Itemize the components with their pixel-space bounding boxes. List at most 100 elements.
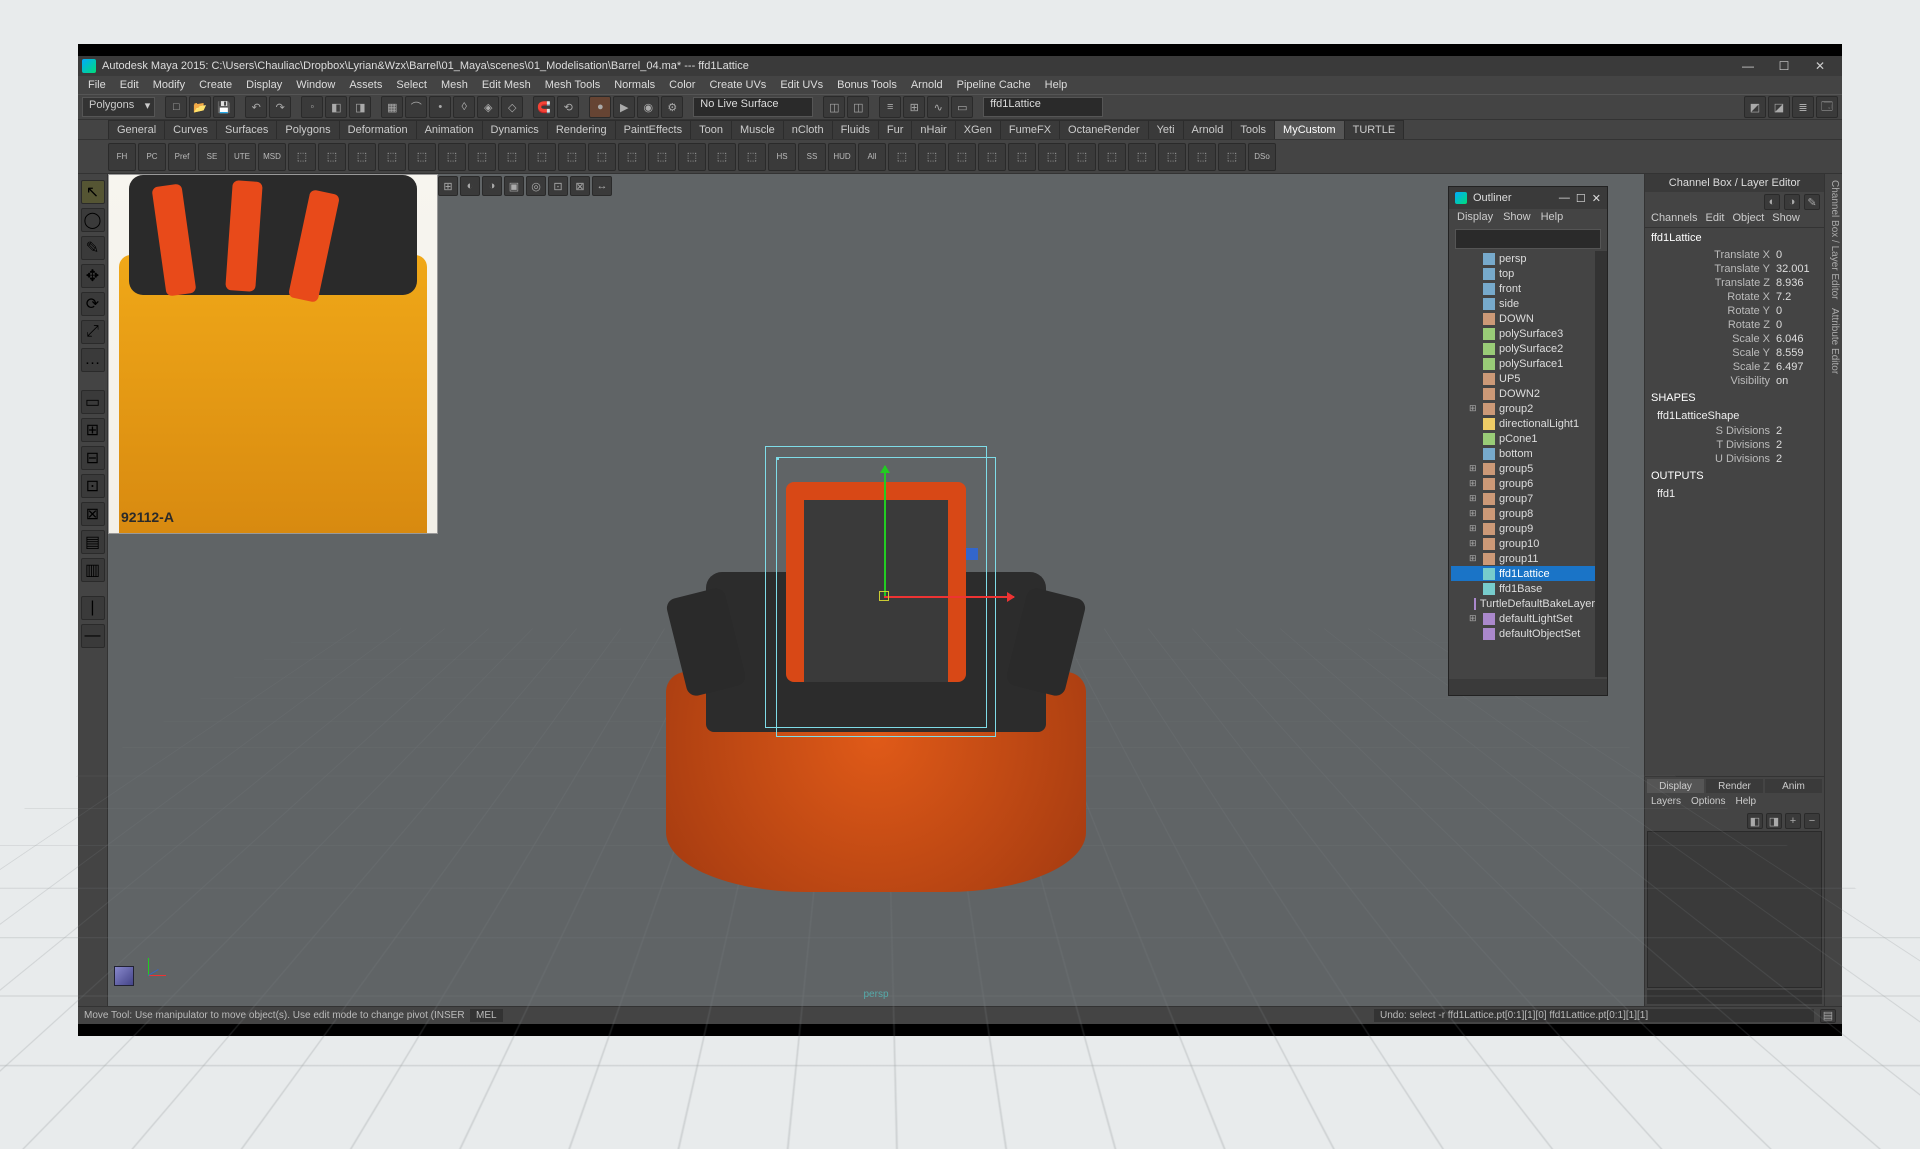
layer-icon-3[interactable]: + — [1785, 813, 1801, 829]
cb-icon-3[interactable]: ✎ — [1804, 194, 1820, 210]
select-by-hierarchy-button[interactable]: ◦ — [301, 96, 323, 118]
shelf-tab-fur[interactable]: Fur — [878, 120, 913, 139]
axis-z-handle[interactable] — [966, 548, 978, 560]
shelf-tab-polygons[interactable]: Polygons — [276, 120, 339, 139]
outliner-item-group11[interactable]: ⊞group11 — [1451, 551, 1595, 566]
shelf-item-7[interactable]: ⬚ — [318, 143, 346, 171]
four-view-button[interactable]: ⊞ — [81, 418, 105, 442]
make-live-button[interactable]: 🧲 — [533, 96, 555, 118]
input-box-icon2[interactable]: ◫ — [847, 96, 869, 118]
shelf-item-29[interactable]: ⬚ — [978, 143, 1006, 171]
shelf-item-25[interactable]: All — [858, 143, 886, 171]
shelf-tab-muscle[interactable]: Muscle — [731, 120, 784, 139]
outliner-item-down2[interactable]: DOWN2 — [1451, 386, 1595, 401]
shelf-item-19[interactable]: ⬚ — [678, 143, 706, 171]
panel-button-6[interactable]: ⊡ — [548, 176, 568, 196]
layer-tab-render[interactable]: Render — [1706, 779, 1763, 793]
attr-row-scale-y[interactable]: Scale Y8.559 — [1645, 346, 1824, 360]
save-scene-button[interactable]: 💾 — [213, 96, 235, 118]
cb-tab-channels[interactable]: Channels — [1651, 212, 1697, 225]
shelf-tab-toon[interactable]: Toon — [690, 120, 732, 139]
shelf-tab-general[interactable]: General — [108, 120, 165, 139]
outliner-item-side[interactable]: side — [1451, 296, 1595, 311]
menu-color[interactable]: Color — [663, 77, 701, 93]
attr-row-rotate-x[interactable]: Rotate X7.2 — [1645, 290, 1824, 304]
shelf-item-27[interactable]: ⬚ — [918, 143, 946, 171]
shelf-tab-octanerender[interactable]: OctaneRender — [1059, 120, 1149, 139]
toggle-button-c[interactable]: ≣ — [1792, 96, 1814, 118]
attr-row-rotate-y[interactable]: Rotate Y0 — [1645, 304, 1824, 318]
render-settings-button[interactable]: ⚙ — [661, 96, 683, 118]
shelf-tab-turtle[interactable]: TURTLE — [1344, 120, 1405, 139]
shelf-item-9[interactable]: ⬚ — [378, 143, 406, 171]
shelf-item-14[interactable]: ⬚ — [528, 143, 556, 171]
render-view-button[interactable]: ▭ — [951, 96, 973, 118]
cb-tab-object[interactable]: Object — [1732, 212, 1764, 225]
outliner-item-group9[interactable]: ⊞group9 — [1451, 521, 1595, 536]
layer-icon-4[interactable]: − — [1804, 813, 1820, 829]
outliner-item-group2[interactable]: ⊞group2 — [1451, 401, 1595, 416]
output-name[interactable]: ffd1 — [1645, 486, 1824, 502]
shelf-tab-fumefx[interactable]: FumeFX — [1000, 120, 1060, 139]
view-layout-button[interactable]: ⊟ — [81, 446, 105, 470]
outliner-item-group5[interactable]: ⊞group5 — [1451, 461, 1595, 476]
shelf-tab-yeti[interactable]: Yeti — [1148, 120, 1184, 139]
shelf-tab-animation[interactable]: Animation — [416, 120, 483, 139]
menu-modify[interactable]: Modify — [147, 77, 191, 93]
outliner-button[interactable]: ≡ — [879, 96, 901, 118]
expand-icon[interactable]: ⊞ — [1469, 463, 1479, 474]
panel-button-3[interactable]: ◑ — [482, 176, 502, 196]
shelf-item-24[interactable]: HUD — [828, 143, 856, 171]
history-button[interactable]: ⟲ — [557, 96, 579, 118]
viewcube-icon[interactable] — [114, 966, 134, 986]
open-scene-button[interactable]: 📂 — [189, 96, 211, 118]
layer-menu-help[interactable]: Help — [1735, 796, 1756, 810]
shelf-item-35[interactable]: ⬚ — [1158, 143, 1186, 171]
input-box-icon[interactable]: ◫ — [823, 96, 845, 118]
attr-row-translate-y[interactable]: Translate Y32.001 — [1645, 262, 1824, 276]
snap-plane-button[interactable]: ◊ — [453, 96, 475, 118]
lasso-tool[interactable]: ◯ — [81, 208, 105, 232]
menu-assets[interactable]: Assets — [343, 77, 388, 93]
menu-edit-uvs[interactable]: Edit UVs — [774, 77, 829, 93]
shelf-tab-rendering[interactable]: Rendering — [547, 120, 616, 139]
toggle-button-b[interactable]: ◪ — [1768, 96, 1790, 118]
layer-tab-anim[interactable]: Anim — [1765, 779, 1822, 793]
render-button[interactable]: ▶ — [613, 96, 635, 118]
shelf-item-5[interactable]: MSD — [258, 143, 286, 171]
outliner-item-bottom[interactable]: bottom — [1451, 446, 1595, 461]
shelf-item-26[interactable]: ⬚ — [888, 143, 916, 171]
menu-create-uvs[interactable]: Create UVs — [703, 77, 772, 93]
shelf-tab-tools[interactable]: Tools — [1231, 120, 1275, 139]
undo-button[interactable]: ↶ — [245, 96, 267, 118]
menu-select[interactable]: Select — [390, 77, 433, 93]
outliner-item-directionallight1[interactable]: directionalLight1 — [1451, 416, 1595, 431]
cb-icon-2[interactable]: ◑ — [1784, 194, 1800, 210]
maximize-button[interactable]: ☐ — [1766, 56, 1802, 76]
shelf-tab-xgen[interactable]: XGen — [955, 120, 1001, 139]
expand-icon[interactable]: ⊞ — [1469, 553, 1479, 564]
minimize-button[interactable]: — — [1730, 56, 1766, 76]
shelf-item-16[interactable]: ⬚ — [588, 143, 616, 171]
scale-tool[interactable]: ⤢ — [81, 320, 105, 344]
attr-row-s-divisions[interactable]: S Divisions2 — [1645, 424, 1824, 438]
outliner-item-ffd1base[interactable]: ffd1Base — [1451, 581, 1595, 596]
shelf-item-38[interactable]: DSo — [1248, 143, 1276, 171]
shelf-item-17[interactable]: ⬚ — [618, 143, 646, 171]
outliner-item-front[interactable]: front — [1451, 281, 1595, 296]
paint-select-tool[interactable]: ✎ — [81, 236, 105, 260]
menu-set-dropdown[interactable]: Polygons — [82, 97, 155, 117]
shelf-item-4[interactable]: UTE — [228, 143, 256, 171]
attr-row-translate-x[interactable]: Translate X0 — [1645, 248, 1824, 262]
last-tool[interactable]: … — [81, 348, 105, 372]
attr-row-u-divisions[interactable]: U Divisions2 — [1645, 452, 1824, 466]
shelf-tab-painteffects[interactable]: PaintEffects — [615, 120, 692, 139]
menu-arnold[interactable]: Arnold — [905, 77, 949, 93]
graph-editor-button[interactable]: ∿ — [927, 96, 949, 118]
outliner-item-polysurface2[interactable]: polySurface2 — [1451, 341, 1595, 356]
shelf-item-1[interactable]: PC — [138, 143, 166, 171]
menu-display[interactable]: Display — [240, 77, 288, 93]
outliner-minimize[interactable]: — — [1559, 192, 1570, 204]
shape-name[interactable]: ffd1LatticeShape — [1645, 408, 1824, 424]
outliner-menu-show[interactable]: Show — [1503, 211, 1531, 225]
